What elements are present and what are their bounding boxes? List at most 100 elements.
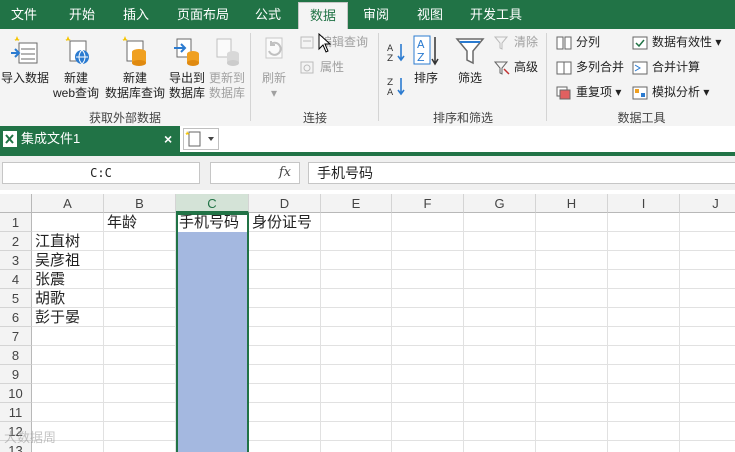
insert-function-box[interactable]: fx bbox=[210, 162, 300, 184]
duplicates-button[interactable]: 重复项 ▾ bbox=[556, 83, 621, 101]
cell-c1[interactable]: 手机号码 bbox=[176, 213, 239, 232]
select-all-corner[interactable] bbox=[0, 194, 32, 213]
column-header-c[interactable]: C bbox=[176, 194, 249, 213]
grid-row-line bbox=[32, 231, 735, 232]
data-validation-button[interactable]: 数据有效性 ▾ bbox=[632, 33, 721, 51]
update-to-db-button[interactable]: 更新到 数据库 bbox=[206, 33, 248, 101]
advanced-filter-button[interactable]: 高级 bbox=[493, 58, 538, 76]
clear-filter-icon bbox=[493, 36, 509, 50]
column-header-b[interactable]: B bbox=[104, 194, 176, 213]
what-if-label: 模拟分析 bbox=[652, 85, 701, 99]
refresh-icon bbox=[265, 37, 283, 59]
column-header-j[interactable]: J bbox=[680, 194, 735, 213]
row-header-3[interactable]: 3 bbox=[0, 251, 32, 270]
document-title: 集成文件1 bbox=[21, 131, 81, 146]
new-document-button[interactable] bbox=[183, 128, 219, 150]
new-web-query-label-1: 新建 bbox=[63, 71, 88, 85]
import-data-button[interactable]: 导入数据 bbox=[0, 33, 50, 86]
ribbon: 导入数据 新建 web查询 新建 数据库查询 导出到 数据库 更新到 数据库 获… bbox=[0, 29, 735, 127]
formula-bar: C:C fx 手机号码 bbox=[0, 156, 735, 190]
advanced-filter-icon bbox=[493, 61, 510, 75]
excel-file-icon bbox=[3, 131, 17, 147]
row-header-10[interactable]: 10 bbox=[0, 384, 32, 403]
filter-funnel-icon bbox=[455, 38, 485, 65]
tab-insert[interactable]: 插入 bbox=[112, 0, 160, 29]
tab-formulas[interactable]: 公式 bbox=[244, 0, 292, 29]
sort-descending-button[interactable]: ZA bbox=[386, 75, 406, 98]
row-header-11[interactable]: 11 bbox=[0, 403, 32, 422]
cell-b1[interactable]: 年龄 bbox=[104, 213, 137, 232]
mouse-cursor-icon bbox=[318, 33, 332, 53]
row-header-4[interactable]: 4 bbox=[0, 270, 32, 289]
new-db-query-button[interactable]: 新建 数据库查询 bbox=[102, 33, 168, 101]
consolidate-button[interactable]: 合并计算 bbox=[632, 58, 700, 76]
column-header-f[interactable]: F bbox=[392, 194, 464, 213]
tab-data[interactable]: 数据 bbox=[298, 2, 348, 29]
update-to-db-label-2: 数据库 bbox=[208, 86, 245, 100]
cell-a5[interactable]: 胡歌 bbox=[32, 289, 65, 308]
filter-button[interactable]: 筛选 bbox=[452, 33, 488, 86]
formula-input[interactable]: 手机号码 bbox=[308, 162, 735, 184]
export-to-db-button[interactable]: 导出到 数据库 bbox=[166, 33, 208, 101]
chevron-down-icon: ▾ bbox=[712, 35, 722, 49]
cell-a3[interactable]: 吴彦祖 bbox=[32, 251, 80, 270]
properties-label: 属性 bbox=[320, 60, 345, 74]
fx-icon[interactable]: fx bbox=[279, 165, 291, 180]
document-tab[interactable]: 集成文件1 × bbox=[0, 126, 180, 152]
watermark-text: 大数据周 bbox=[4, 430, 57, 445]
row-header-5[interactable]: 5 bbox=[0, 289, 32, 308]
cell-a4[interactable]: 张震 bbox=[32, 270, 65, 289]
import-data-icon bbox=[11, 36, 38, 64]
group-label-data-tools: 数据工具 bbox=[617, 111, 666, 125]
tab-review[interactable]: 审阅 bbox=[352, 0, 400, 29]
multi-column-merge-button[interactable]: 多列合并 bbox=[556, 58, 624, 76]
new-web-query-button[interactable]: 新建 web查询 bbox=[50, 33, 102, 101]
name-box[interactable]: C:C bbox=[2, 162, 200, 184]
split-column-button[interactable]: 分列 bbox=[556, 33, 600, 51]
sort-ascending-button[interactable]: AZ bbox=[386, 41, 406, 64]
cell-a2[interactable]: 江直树 bbox=[32, 232, 80, 251]
clear-filter-button[interactable]: 清除 bbox=[493, 33, 539, 51]
grid-column-line bbox=[679, 213, 680, 452]
column-header-d[interactable]: D bbox=[249, 194, 321, 213]
what-if-analysis-button[interactable]: 模拟分析 ▾ bbox=[632, 83, 709, 101]
tab-developer[interactable]: 开发工具 bbox=[462, 0, 530, 29]
cell-d1[interactable]: 身份证号 bbox=[249, 213, 312, 232]
row-header-6[interactable]: 6 bbox=[0, 308, 32, 327]
tab-page-layout[interactable]: 页面布局 bbox=[172, 0, 234, 29]
tab-file[interactable]: 文件 bbox=[0, 0, 48, 29]
cell-a6[interactable]: 彭于晏 bbox=[32, 308, 80, 327]
row-header-1[interactable]: 1 bbox=[0, 213, 32, 232]
row-header-2[interactable]: 2 bbox=[0, 232, 32, 251]
consolidate-icon bbox=[632, 61, 648, 75]
web-query-icon bbox=[65, 36, 89, 65]
export-to-db-label-2: 数据库 bbox=[168, 86, 205, 100]
column-header-g[interactable]: G bbox=[464, 194, 536, 213]
column-header-a[interactable]: A bbox=[32, 194, 104, 213]
row-header-8[interactable]: 8 bbox=[0, 346, 32, 365]
menu-bar: 文件 开始 插入 页面布局 公式 数据 审阅 视图 开发工具 bbox=[0, 0, 735, 29]
row-header-7[interactable]: 7 bbox=[0, 327, 32, 346]
column-header-h[interactable]: H bbox=[536, 194, 608, 213]
sort-dialog-icon: A Z bbox=[413, 35, 439, 66]
tab-home[interactable]: 开始 bbox=[58, 0, 106, 29]
close-icon[interactable]: × bbox=[164, 126, 172, 152]
properties-button[interactable]: 属性 bbox=[300, 58, 344, 76]
row-header-9[interactable]: 9 bbox=[0, 365, 32, 384]
document-tab-bar: 集成文件1 × bbox=[0, 126, 735, 153]
column-header-e[interactable]: E bbox=[321, 194, 392, 213]
refresh-button[interactable]: 刷新 ▾ bbox=[254, 33, 294, 101]
spreadsheet-grid[interactable]: ABCDEFGHIJ 1 2 3 4 5 6 7 8 9 10 11 12 13 年龄 手机号码 身份证号江… bbox=[0, 194, 735, 452]
grid-row-line bbox=[32, 345, 735, 346]
grid-column-line bbox=[391, 213, 392, 452]
group-separator bbox=[378, 33, 379, 121]
clear-label: 清除 bbox=[514, 35, 539, 49]
sort-button[interactable]: A Z 排序 bbox=[410, 33, 442, 86]
grid-row-line bbox=[32, 383, 735, 384]
grid-row-line bbox=[32, 440, 735, 441]
column-header-i[interactable]: I bbox=[608, 194, 680, 213]
edit-query-button[interactable]: 编辑查询 bbox=[300, 33, 368, 51]
new-db-query-label-2: 数据库查询 bbox=[104, 86, 165, 100]
duplicates-label: 重复项 bbox=[576, 85, 613, 99]
tab-view[interactable]: 视图 bbox=[406, 0, 454, 29]
